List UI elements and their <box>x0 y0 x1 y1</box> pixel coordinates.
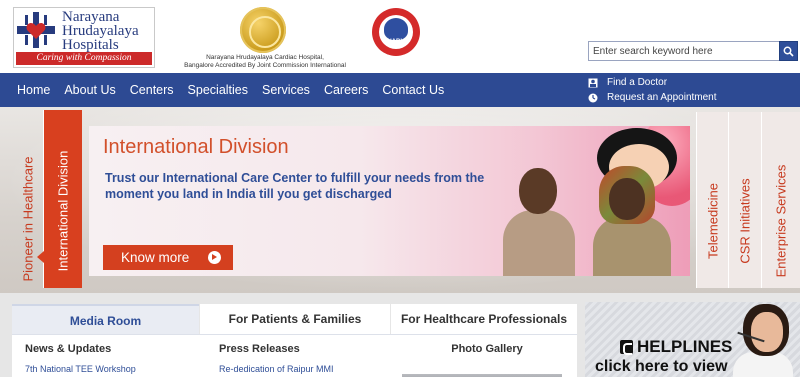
accreditation-line: Narayana Hrudayalaya Cardiac Hospital, <box>206 54 324 61</box>
bottom-section: Media Room For Patients & Families For H… <box>0 293 800 377</box>
slide-subtitle: Trust our International Care Center to f… <box>105 171 485 201</box>
arrow-right-icon <box>208 251 221 264</box>
search-button[interactable] <box>779 41 798 61</box>
banner-slide: International Division Trust our Interna… <box>89 126 690 276</box>
know-more-label: Know more <box>121 250 190 265</box>
quick-links: Find a Doctor Request an Appointment <box>588 75 717 105</box>
helplines-cta: click here to view <box>595 358 728 375</box>
logo-cross-heart-icon <box>17 12 55 48</box>
nav-item-specialties[interactable]: Specialties <box>181 73 255 107</box>
helpline-agent-image <box>733 304 793 377</box>
tab-label: Telemedicine <box>705 183 720 260</box>
hospital-logo[interactable]: Narayana Hrudayalaya Hospitals Caring wi… <box>13 7 155 68</box>
press-column: Press Releases Re-dedication of Raipur M… <box>219 343 334 374</box>
nav-item-about-us[interactable]: About Us <box>57 73 122 107</box>
helplines-label: HELPLINES <box>637 337 733 356</box>
tab-healthcare-professionals[interactable]: For Healthcare Professionals <box>391 304 577 334</box>
logo-name: Narayana Hrudayalaya Hospitals <box>62 9 139 53</box>
tab-csr-initiatives[interactable]: CSR Initiatives <box>728 112 761 288</box>
press-item-link[interactable]: Re-dedication of Raipur MMI <box>219 364 334 374</box>
tab-telemedicine[interactable]: Telemedicine <box>696 112 728 288</box>
doctor-icon <box>588 78 598 88</box>
tab-enterprise-services[interactable]: Enterprise Services <box>761 112 800 288</box>
accreditation-line: Bangalore Accredited By Joint Commission… <box>184 61 346 69</box>
nabh-figure-icon <box>384 18 408 40</box>
nav-item-centers[interactable]: Centers <box>123 73 181 107</box>
slide-title: International Division <box>103 136 289 158</box>
tab-label: Pioneer in Healthcare <box>20 156 36 282</box>
tab-international-division[interactable]: International Division <box>37 110 82 288</box>
tab-label: CSR Initiatives <box>737 178 753 264</box>
nabh-logo: NABH <box>372 8 420 56</box>
child-head <box>609 178 645 220</box>
agent-face <box>751 312 783 352</box>
accreditation-text: Narayana Hrudayalaya Cardiac Hospital, B… <box>165 54 365 69</box>
child-body <box>593 216 671 276</box>
child-photo <box>587 166 677 276</box>
site-header: Narayana Hrudayalaya Hospitals Caring wi… <box>0 0 800 73</box>
request-appointment-link[interactable]: Request an Appointment <box>588 90 717 105</box>
news-item-link[interactable]: 7th National TEE Workshop <box>25 364 136 374</box>
search-box <box>588 41 798 61</box>
request-appointment-label: Request an Appointment <box>607 92 717 103</box>
child-body <box>503 210 575 276</box>
nav-item-careers[interactable]: Careers <box>317 73 375 107</box>
nabh-label: NABH <box>387 39 405 45</box>
tab-label: Enterprise Services <box>773 164 789 278</box>
tab-label: International Division <box>55 151 71 272</box>
phone-icon <box>620 340 633 355</box>
clock-icon <box>588 93 598 103</box>
logo-name-line: Hrudayalaya <box>62 23 139 39</box>
hero-banner: Pioneer in Healthcare International Divi… <box>0 107 800 293</box>
news-column: News & Updates 7th National TEE Workshop <box>25 343 136 374</box>
press-heading: Press Releases <box>219 343 300 355</box>
nav-item-contact-us[interactable]: Contact Us <box>375 73 451 107</box>
find-doctor-label: Find a Doctor <box>607 77 668 88</box>
photo-column: Photo Gallery <box>402 343 572 377</box>
photo-heading: Photo Gallery <box>451 343 523 355</box>
tab-content: News & Updates 7th National TEE Workshop… <box>12 334 577 377</box>
logo-name-line: Hospitals <box>62 37 119 53</box>
tab-patients-families[interactable]: For Patients & Families <box>200 304 390 334</box>
find-doctor-link[interactable]: Find a Doctor <box>588 75 717 90</box>
info-tabs-panel: Media Room For Patients & Families For H… <box>5 304 577 377</box>
nav-menu: Home About Us Centers Specialties Servic… <box>0 73 451 107</box>
search-input[interactable] <box>588 41 780 61</box>
helplines-title: HELPLINES <box>620 337 732 357</box>
main-navigation: Home About Us Centers Specialties Servic… <box>0 73 800 107</box>
logo-tagline: Caring with Compassion <box>16 52 152 65</box>
tab-media-room[interactable]: Media Room <box>12 304 199 334</box>
joint-commission-seal-icon <box>240 7 286 53</box>
news-heading: News & Updates <box>25 343 112 355</box>
logo-name-line: Narayana <box>62 9 120 25</box>
child-head <box>519 168 557 214</box>
know-more-button[interactable]: Know more <box>103 245 233 270</box>
tab-pioneer-in-healthcare[interactable]: Pioneer in Healthcare <box>13 107 43 293</box>
nav-item-home[interactable]: Home <box>0 73 57 107</box>
helplines-banner[interactable]: HELPLINES click here to view <box>585 302 800 377</box>
nav-item-services[interactable]: Services <box>255 73 317 107</box>
search-icon <box>783 46 794 57</box>
child-photo <box>499 168 579 276</box>
